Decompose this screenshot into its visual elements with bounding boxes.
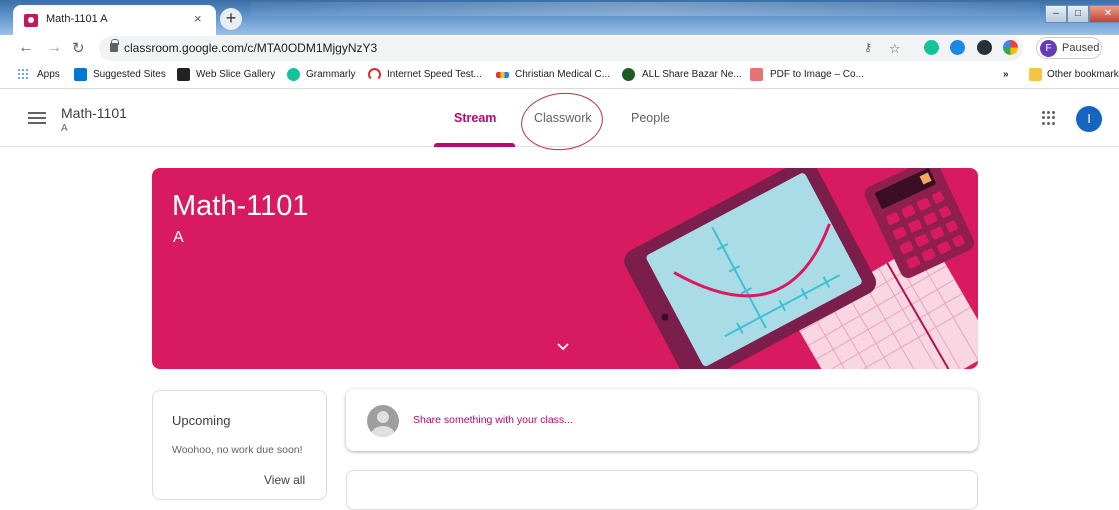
url-text[interactable]: classroom.google.com/c/MTA0ODM1MjgyNzY3 (124, 41, 377, 55)
share-input[interactable]: Share something with your class... (413, 414, 573, 426)
web-slice-icon (177, 68, 190, 81)
bookmark-grammarly[interactable]: Grammarly (306, 69, 355, 80)
reload-icon[interactable]: ↻ (72, 39, 85, 57)
tab-people[interactable]: People (631, 111, 670, 125)
apps-grid-icon (17, 68, 30, 81)
browser-toolbar: ← → ↻ classroom.google.com/c/MTA0ODM1Mjg… (0, 35, 1119, 63)
tab-close-icon[interactable]: × (194, 11, 202, 26)
back-icon[interactable]: ← (18, 39, 34, 57)
tab-title: Math-1101 A (46, 13, 108, 25)
chevron-down-icon[interactable] (557, 340, 569, 352)
avatar: F (1040, 40, 1057, 57)
bookmark-pdf-to-image[interactable]: PDF to Image – Co... (770, 69, 864, 80)
google-apps-icon[interactable] (1042, 111, 1056, 125)
bookmark-speed-test[interactable]: Internet Speed Test... (387, 69, 482, 80)
class-banner: Math-1101 A (152, 168, 978, 369)
extension-icon[interactable] (1003, 40, 1018, 55)
grammarly-icon (287, 68, 300, 81)
upcoming-card: Upcoming Woohoo, no work due soon! View … (152, 390, 327, 500)
key-icon[interactable]: ⚷ (864, 41, 872, 54)
class-name[interactable]: Math-1101 (61, 105, 127, 121)
window-controls: – □ ✕ (1045, 5, 1119, 23)
banner-title: Math-1101 (172, 190, 309, 222)
star-icon[interactable]: ☆ (889, 41, 901, 57)
upcoming-title: Upcoming (172, 413, 231, 428)
bookmark-share-bazar[interactable]: ALL Share Bazar Ne... (642, 69, 742, 80)
browser-titlebar: Math-1101 A × + – □ ✕ (0, 0, 1119, 35)
minimize-button[interactable]: – (1045, 5, 1067, 23)
menu-icon[interactable]: ⋮ (1113, 40, 1119, 57)
bookmarks-bar: Apps Suggested Sites Web Slice Gallery G… (0, 63, 1119, 89)
titlebar-background (250, 2, 1040, 16)
address-bar[interactable]: classroom.google.com/c/MTA0ODM1MjgyNzY3 … (99, 36, 1023, 61)
bookmark-suggested-sites[interactable]: Suggested Sites (93, 69, 166, 80)
lock-icon[interactable] (110, 39, 119, 52)
profile-status: Paused (1062, 42, 1100, 54)
new-tab-button[interactable]: + (220, 8, 242, 30)
bookmark-apps[interactable]: Apps (37, 69, 60, 80)
speedometer-icon (368, 68, 381, 81)
bing-icon (74, 68, 87, 81)
bookmark-other[interactable]: Other bookmarks (1047, 69, 1119, 80)
profile-button[interactable]: F Paused (1036, 37, 1102, 59)
bookmark-web-slice-gallery[interactable]: Web Slice Gallery (196, 69, 275, 80)
class-section: A (61, 123, 68, 134)
extension-icon[interactable] (950, 40, 965, 55)
banner-section: A (173, 229, 184, 246)
avatar[interactable]: I (1076, 106, 1102, 132)
pdf-image-icon (750, 68, 763, 81)
main-menu-icon[interactable] (28, 112, 46, 124)
bookmark-christian-medical[interactable]: Christian Medical C... (515, 69, 610, 80)
share-bazar-icon (622, 68, 635, 81)
grammarly-icon[interactable] (924, 40, 939, 55)
tab-stream[interactable]: Stream (454, 111, 496, 125)
close-window-button[interactable]: ✕ (1089, 5, 1119, 23)
maximize-button[interactable]: □ (1067, 5, 1089, 23)
bookmarks-overflow-icon[interactable]: » (1003, 69, 1009, 80)
extension-icon[interactable] (977, 40, 992, 55)
share-announcement-card[interactable]: Share something with your class... (346, 389, 978, 451)
folder-icon (1029, 68, 1042, 81)
upcoming-empty-text: Woohoo, no work due soon! (172, 444, 303, 456)
classroom-favicon-icon (24, 14, 38, 27)
browser-tab[interactable]: Math-1101 A × (13, 5, 216, 35)
forward-icon[interactable]: → (46, 39, 62, 57)
stream-post-card (346, 470, 978, 510)
avatar (367, 405, 399, 437)
active-tab-indicator (434, 143, 515, 147)
dots-icon (496, 72, 509, 78)
